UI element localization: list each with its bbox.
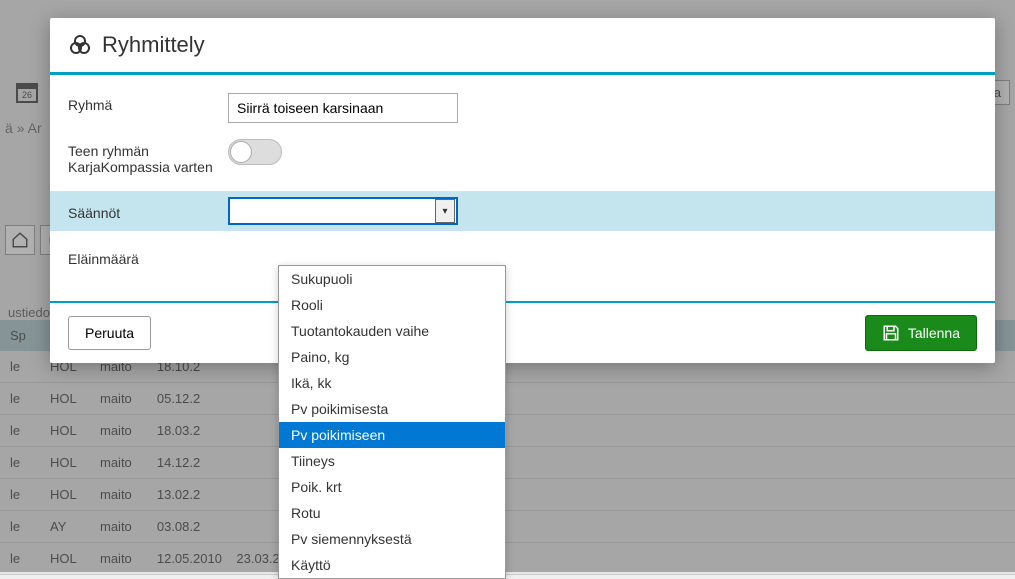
dropdown-item-ika[interactable]: Ikä, kk <box>279 370 505 396</box>
rules-dropdown-menu: Sukupuoli Rooli Tuotantokauden vaihe Pai… <box>278 265 506 579</box>
form-row-rules: Säännöt ▾ <box>50 191 995 231</box>
chevron-down-icon: ▾ <box>435 199 455 223</box>
grouping-modal: Ryhmittely Ryhmä Teen ryhmän KarjaKompas… <box>50 18 995 363</box>
dropdown-item-pv-siemennyksesta[interactable]: Pv siemennyksestä <box>279 526 505 552</box>
label-karjakompassi: Teen ryhmän KarjaKompassia varten <box>68 139 228 175</box>
dropdown-item-kaytto[interactable]: Käyttö <box>279 552 505 578</box>
dropdown-item-pv-poikimisesta[interactable]: Pv poikimisesta <box>279 396 505 422</box>
form-row-group: Ryhmä <box>68 93 977 123</box>
dropdown-item-pv-poikimiseen[interactable]: Pv poikimiseen <box>279 422 505 448</box>
cancel-button[interactable]: Peruuta <box>68 316 151 350</box>
dropdown-item-poik-krt[interactable]: Poik. krt <box>279 474 505 500</box>
dropdown-item-sukupuoli[interactable]: Sukupuoli <box>279 266 505 292</box>
save-icon <box>882 324 900 342</box>
modal-title: Ryhmittely <box>102 32 205 58</box>
dropdown-item-tuotantokauden-vaihe[interactable]: Tuotantokauden vaihe <box>279 318 505 344</box>
save-button[interactable]: Tallenna <box>865 315 977 351</box>
form-row-karjakompassi: Teen ryhmän KarjaKompassia varten <box>68 139 977 175</box>
label-animal-count: Eläinmäärä <box>68 247 228 267</box>
modal-footer: Peruuta Tallenna <box>50 301 995 363</box>
modal-header: Ryhmittely <box>50 18 995 75</box>
dropdown-item-rotu[interactable]: Rotu <box>279 500 505 526</box>
modal-body: Ryhmä Teen ryhmän KarjaKompassia varten … <box>50 75 995 301</box>
form-row-animal-count: Eläinmäärä <box>68 247 977 267</box>
rules-select[interactable]: ▾ <box>228 197 458 225</box>
dropdown-item-rooli[interactable]: Rooli <box>279 292 505 318</box>
grouping-icon <box>68 33 92 57</box>
group-name-input[interactable] <box>228 93 458 123</box>
toggle-knob <box>230 141 252 163</box>
save-button-label: Tallenna <box>908 325 960 341</box>
label-rules: Säännöt <box>68 201 228 221</box>
dropdown-item-paino[interactable]: Paino, kg <box>279 344 505 370</box>
dropdown-item-tiineys[interactable]: Tiineys <box>279 448 505 474</box>
karjakompassi-toggle[interactable] <box>228 139 282 165</box>
label-group: Ryhmä <box>68 93 228 113</box>
